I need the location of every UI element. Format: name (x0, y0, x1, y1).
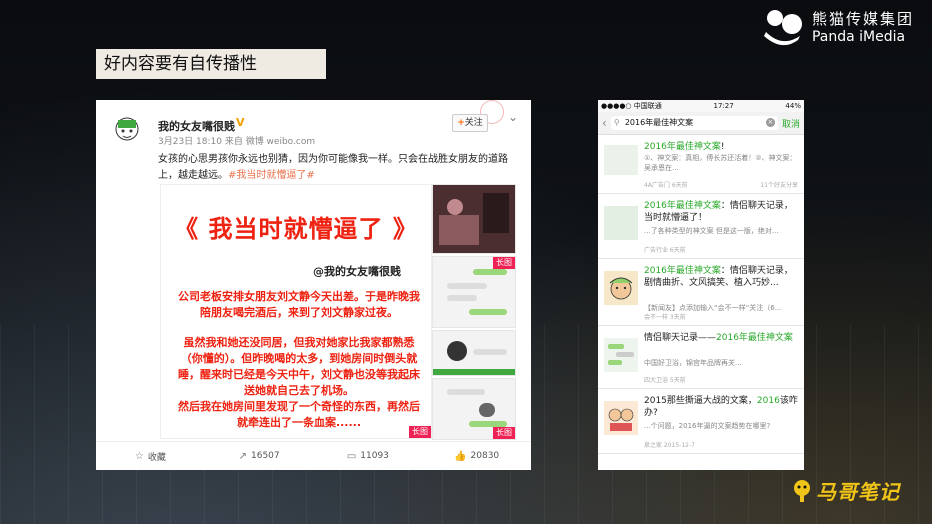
long-image[interactable]: 《 我当时就懵逼了 》 @我的女友嘴很贱 公司老板安排女朋友刘文静今天出差。于是… (160, 184, 432, 439)
thumbnail-chat-3[interactable]: 长图 (432, 378, 516, 440)
like-button[interactable]: 👍 20830 (422, 442, 531, 470)
weibo-post-screenshot: 我的女友嘴很贱 V 3月23日 18:10 来自 微博 weibo.com +关… (96, 100, 531, 470)
long-image-badge: 长图 (493, 257, 515, 269)
follow-button[interactable]: +关注 (452, 114, 488, 132)
result-thumbnail (604, 206, 638, 240)
thumbnail-chat-1[interactable]: 长图 (432, 256, 516, 328)
comment-button[interactable]: ▭ 11093 (314, 442, 423, 470)
image-paragraph-1: 公司老板安排女朋友刘文静今天出差。于是昨晚我陪朋友喝完酒后，来到了刘文静家过夜。 (178, 290, 420, 319)
status-bar: ●●●●○ 中国联通 17:27 44% (598, 100, 804, 112)
search-result[interactable]: 2016年最佳神文案! ①、神文案：真相，傅长苏还活着！②、神文案：吴承恩在..… (598, 135, 804, 194)
star-icon: ☆ (134, 450, 144, 462)
result-title: 2015那些撕逼大战的文案，2016该咋办? (644, 396, 798, 418)
result-desc: 中国好卫浴，锦宫年品牌再关... (644, 359, 742, 367)
share-button[interactable]: ↗ 16507 (205, 442, 314, 470)
thumbnail-room[interactable] (432, 184, 516, 254)
result-footer: 四大卫浴 5天前 (644, 377, 686, 384)
search-icon: ⚲ (613, 118, 620, 127)
brand-header: 熊猫传媒集团 Panda iMedia (760, 8, 914, 48)
battery-label: 44% (785, 102, 801, 110)
image-paragraph-2: 虽然我和她还没同居，但我对她家比我家都熟悉（你懂的）。但昨晚喝的太多，到她房间时… (178, 336, 420, 397)
weibo-username[interactable]: 我的女友嘴很贱 (158, 118, 235, 134)
brand-name-cn: 熊猫传媒集团 (811, 10, 914, 28)
verified-icon: V (236, 116, 245, 129)
image-headline: 《 我当时就懵逼了 》 (174, 215, 418, 243)
thumbnail-chat-2[interactable] (432, 330, 516, 376)
result-footer: 会不一样 3天前 (644, 314, 686, 321)
comment-icon: ▭ (346, 450, 357, 462)
search-result[interactable]: 2015那些撕逼大战的文案，2016该咋办? ...个问题，2016年逼的文案趋… (598, 389, 804, 454)
result-desc: ①、神文案：真相，傅长苏还活着！②、神文案：吴承恩在... (644, 154, 797, 172)
like-icon: 👍 (454, 450, 467, 462)
room-photo-icon (433, 185, 515, 253)
footer-logo-text: 马哥笔记 (816, 480, 900, 504)
cartoon-face-icon (604, 271, 638, 305)
post-body: 女孩的心思男孩你永远也别猜，因为你可能像我一样。只会在战胜女朋友的道路上，越走越… (158, 154, 508, 181)
favorite-button[interactable]: ☆ 收藏 (96, 442, 205, 470)
result-desc: ...个问题，2016年逼的文案趋势在哪里? (644, 422, 771, 430)
search-result[interactable]: 2016年最佳神文案：情侣聊天记录，当时就懵逼了！ ...了各种类型的神文案 但… (598, 194, 804, 259)
slide-title: 好内容要有自传播性 (96, 49, 326, 79)
post-meta: 3月23日 18:10 来自 微博 weibo.com (158, 137, 316, 147)
search-result[interactable]: 情侣聊天记录——2016年最佳神文案 中国好卫浴，锦宫年品牌再关... 四大卫浴… (598, 326, 804, 389)
brand-name-en: Panda iMedia (811, 29, 906, 45)
result-title: 2016年最佳神文案：情侣聊天记录，剧情曲折、文风搞笑、植入巧妙... (644, 266, 793, 288)
panda-logo-icon (763, 10, 802, 46)
result-footer: 广告行业 6天前 (644, 247, 686, 254)
search-bar: ‹ ⚲ 2016年最佳神文案 × 取消 (598, 112, 804, 135)
status-time: 17:27 (713, 102, 734, 110)
cartoon-fight-icon (604, 401, 638, 435)
search-result[interactable]: 2016年最佳神文案：情侣聊天记录，剧情曲折、文风搞笑、植入巧妙... 【新闻友… (598, 259, 804, 326)
footer-logo-icon (794, 480, 810, 502)
chat-thumbnail-icon (604, 338, 638, 372)
image-handle: @我的女友嘴很贱 (313, 265, 401, 278)
result-title: 情侣聊天记录——2016年最佳神文案 (644, 333, 793, 343)
chevron-down-icon[interactable]: ⌄ (508, 110, 518, 124)
result-footer: 泉之家 2015-12-7 (644, 442, 695, 449)
result-footer: 4A广告门 6天前 11个好友分享 (644, 182, 798, 189)
clear-icon[interactable]: × (765, 118, 775, 127)
cancel-button[interactable]: 取消 (782, 117, 800, 130)
share-icon: ↗ (238, 450, 247, 462)
result-thumbnail (604, 145, 638, 175)
back-arrow-icon[interactable]: ‹ (602, 116, 607, 130)
search-input[interactable]: ⚲ 2016年最佳神文案 × (610, 116, 778, 130)
result-desc: ...了各种类型的神文案 但是这一版，绝对... (644, 227, 779, 235)
result-title: 2016年最佳神文案! (644, 142, 725, 152)
result-title: 2016年最佳神文案：情侣聊天记录，当时就懵逼了！ (644, 201, 793, 223)
wechat-search-screenshot: ●●●●○ 中国联通 17:27 44% ‹ ⚲ 2016年最佳神文案 × 取消… (598, 100, 804, 470)
image-paragraph-3: 然后我在她房间里发现了一个奇怪的东西，再然后就牵连出了一条血案...... (178, 400, 420, 429)
avatar (115, 117, 139, 141)
hashtag-link[interactable]: #我当时就懵逼了# (228, 170, 315, 181)
carrier-label: ●●●●○ 中国联通 (601, 102, 662, 110)
post-actions: ☆ 收藏 ↗ 16507 ▭ 11093 👍 20830 (96, 441, 531, 470)
long-image-badge: 长图 (493, 427, 515, 439)
long-image-badge: 长图 (409, 426, 431, 438)
